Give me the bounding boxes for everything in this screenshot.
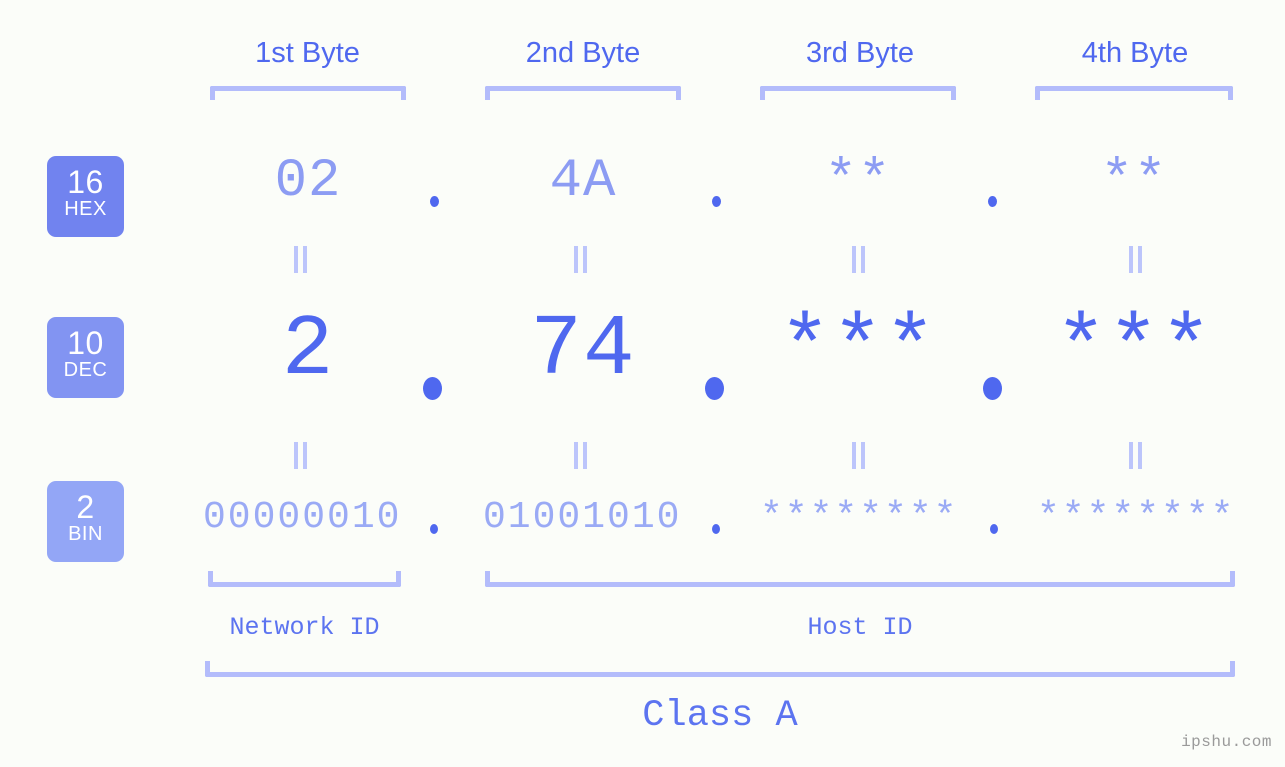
hex-separator-dot-2 [712, 196, 721, 207]
equals-marker-hex-dec-1 [293, 246, 309, 273]
dec-separator-dot-1 [423, 377, 442, 400]
hex-separator-dot-3 [988, 196, 997, 207]
byte-header-1: 1st Byte [255, 37, 360, 69]
dec-byte-3: *** [779, 301, 937, 399]
byte-header-2: 2nd Byte [525, 37, 641, 69]
bin-byte-3: ******** [760, 496, 959, 539]
class-bracket [205, 661, 1235, 677]
byte-header-3: 3rd Byte [806, 37, 914, 69]
dec-byte-4: *** [1055, 301, 1213, 399]
radix-badge-hex-unit: HEX [64, 198, 107, 220]
bin-byte-2: 01001010 [483, 496, 682, 539]
host-id-bracket [485, 571, 1235, 587]
radix-badge-hex-number: 16 [67, 164, 104, 200]
radix-badge-dec-unit: DEC [63, 359, 108, 381]
radix-badge-bin: 2 BIN [47, 481, 124, 562]
equals-marker-dec-bin-1 [293, 442, 309, 469]
hex-byte-1: 02 [274, 151, 342, 212]
hex-byte-2: 4A [549, 151, 617, 212]
radix-badge-dec-number: 10 [67, 325, 104, 361]
network-id-label: Network ID [229, 613, 380, 642]
hex-byte-3: ** [824, 151, 892, 212]
byte-bracket-1 [210, 86, 406, 100]
bin-separator-dot-1 [430, 524, 438, 534]
radix-badge-bin-unit: BIN [68, 523, 103, 545]
ip-address-breakdown-diagram: 1st Byte 2nd Byte 3rd Byte 4th Byte 16 H… [0, 0, 1285, 767]
byte-header-4: 4th Byte [1081, 37, 1189, 69]
dec-byte-2: 74 [530, 301, 636, 399]
byte-bracket-4 [1035, 86, 1233, 100]
dec-byte-1: 2 [281, 301, 335, 399]
dec-separator-dot-3 [983, 377, 1002, 400]
radix-badge-hex: 16 HEX [47, 156, 124, 237]
byte-bracket-2 [485, 86, 681, 100]
byte-bracket-3 [760, 86, 956, 100]
radix-badge-dec: 10 DEC [47, 317, 124, 398]
equals-marker-dec-bin-2 [573, 442, 589, 469]
network-id-bracket [208, 571, 401, 587]
hex-byte-4: ** [1100, 151, 1168, 212]
class-label: Class A [642, 695, 798, 737]
bin-separator-dot-2 [712, 524, 720, 534]
dec-separator-dot-2 [705, 377, 724, 400]
radix-badge-bin-number: 2 [76, 489, 95, 525]
equals-marker-dec-bin-4 [1128, 442, 1144, 469]
site-watermark: ipshu.com [1181, 733, 1272, 751]
equals-marker-hex-dec-4 [1128, 246, 1144, 273]
equals-marker-hex-dec-2 [573, 246, 589, 273]
bin-byte-1: 00000010 [203, 496, 402, 539]
equals-marker-dec-bin-3 [851, 442, 867, 469]
bin-byte-4: ******** [1037, 496, 1236, 539]
host-id-label: Host ID [807, 613, 913, 642]
hex-separator-dot-1 [430, 196, 439, 207]
bin-separator-dot-3 [990, 524, 998, 534]
equals-marker-hex-dec-3 [851, 246, 867, 273]
